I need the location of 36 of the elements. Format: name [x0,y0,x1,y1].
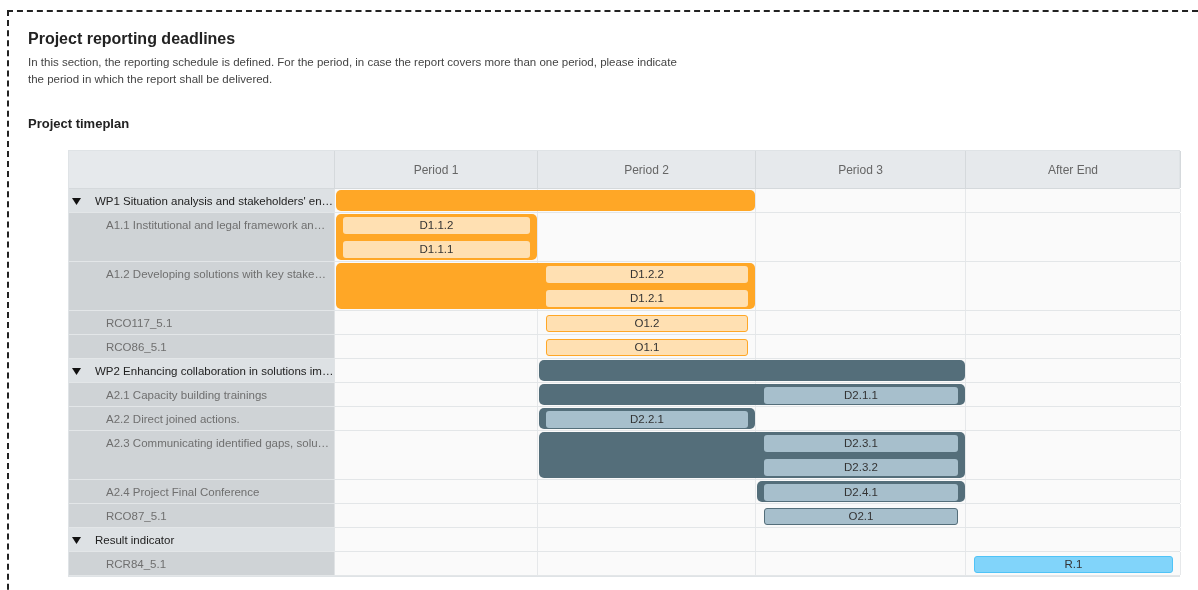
activity-label: A1.1 Institutional and legal framework an… [106,218,326,233]
section-description: In this section, the reporting schedule is defined. For the period, in case the report covers more than one period, please indicate the period in which the report shall be delivered. [28,55,678,87]
column-header: Period 1 [335,151,538,188]
column-header: After End [966,151,1181,188]
indicator-label: RCO117_5.1 [106,316,173,331]
activity-label: A2.2 Direct joined actions. [106,412,240,427]
output-chip[interactable]: O2.1 [764,508,958,525]
deliverable-chip[interactable]: D2.2.1 [546,411,748,428]
activity-label: A2.1 Capacity building trainings [106,388,268,403]
deliverable-chip[interactable]: D1.2.1 [546,290,748,307]
work-package-label: WP1 Situation analysis and stakeholders' en… [95,194,334,209]
deliverable-chip[interactable]: D2.1.1 [764,387,958,404]
deliverable-chip[interactable]: D2.4.1 [764,484,958,501]
work-package-label: Result indicator [95,533,175,548]
column-header: Period 3 [756,151,966,188]
indicator-label: RCO86_5.1 [106,340,167,355]
work-package-label: WP2 Enhancing collaboration in solutions im… [95,364,334,379]
deliverable-chip[interactable]: D2.3.2 [764,459,958,476]
expand-toggle-icon[interactable] [72,367,81,376]
expand-toggle-icon[interactable] [72,536,81,545]
activity-label: A2.4 Project Final Conference [106,485,260,500]
deliverable-chip[interactable]: D2.3.1 [764,435,958,452]
deliverable-chip[interactable]: D1.2.2 [546,266,748,283]
indicator-label: RCO87_5.1 [106,509,167,524]
deliverable-chip[interactable]: D1.1.2 [343,217,530,234]
activity-label: A2.3 Communicating identified gaps, solu… [106,436,330,451]
output-chip[interactable]: O1.1 [546,339,748,356]
expand-toggle-icon[interactable] [72,197,81,206]
indicator-label: RCR84_5.1 [106,557,167,572]
deliverable-chip[interactable]: D1.1.1 [343,241,530,258]
section-title: Project reporting deadlines [28,29,237,49]
column-header: Period 2 [538,151,756,188]
activity-label: A1.2 Developing solutions with key stake… [106,267,326,282]
timeplan-title: Project timeplan [28,115,131,133]
output-chip[interactable]: O1.2 [546,315,748,332]
output-chip[interactable]: R.1 [974,556,1173,573]
